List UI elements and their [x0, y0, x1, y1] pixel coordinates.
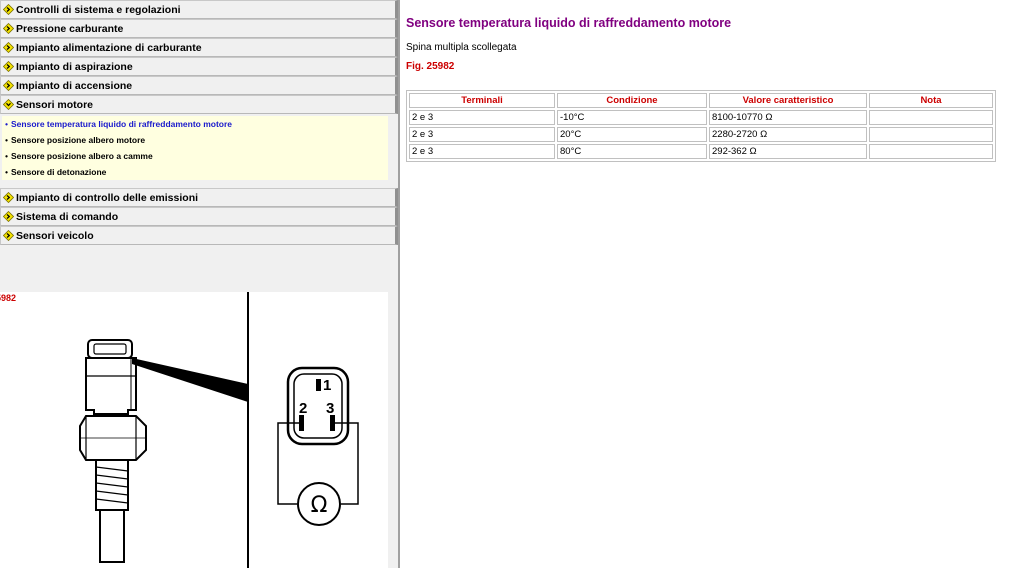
- nav-category-label: Sensori motore: [16, 98, 94, 111]
- table-header-row: Terminali Condizione Valore caratteristi…: [409, 93, 993, 108]
- figure-link[interactable]: Fig. 25982: [406, 61, 454, 72]
- pin-2-label: 2: [299, 400, 307, 417]
- submenu-item-albero-camme[interactable]: • Sensore posizione albero a camme: [2, 148, 388, 164]
- cell-condizione: -10°C: [557, 110, 707, 125]
- submenu-item-label: Sensore di detonazione: [11, 167, 107, 177]
- column-header-terminali: Terminali: [409, 93, 555, 108]
- submenu-item-detonazione[interactable]: • Sensore di detonazione: [2, 164, 388, 180]
- nav-category-label: Pressione carburante: [16, 22, 124, 35]
- diamond-arrow-down-icon: [1, 95, 15, 114]
- table-row: 2 e 3 80°C 292-362 Ω: [409, 144, 993, 159]
- nav-category-label: Impianto di accensione: [16, 79, 133, 92]
- bullet-icon: •: [5, 119, 8, 129]
- diamond-arrow-icon: [1, 0, 15, 19]
- pin-1-label: 1: [323, 377, 331, 394]
- pin-3-label: 3: [326, 400, 334, 417]
- column-header-nota: Nota: [869, 93, 993, 108]
- diamond-arrow-icon: [1, 188, 15, 207]
- bullet-icon: •: [5, 151, 8, 161]
- values-table: Terminali Condizione Valore caratteristi…: [406, 90, 996, 162]
- cell-terminali: 2 e 3: [409, 127, 555, 142]
- submenu-item-label: Sensore temperatura liquido di raffredda…: [11, 119, 233, 129]
- diamond-arrow-icon: [1, 76, 15, 95]
- nav-category-label: Impianto di aspirazione: [16, 60, 133, 73]
- page-title: Sensore temperatura liquido di raffredda…: [406, 16, 732, 30]
- cell-valore: 2280-2720 Ω: [709, 127, 867, 142]
- cell-condizione: 80°C: [557, 144, 707, 159]
- nav-category-emissioni[interactable]: Impianto di controllo delle emissioni: [0, 188, 398, 207]
- diamond-arrow-icon: [1, 19, 15, 38]
- submenu-sensori-motore: • Sensore temperatura liquido di raffred…: [2, 116, 388, 180]
- nav-category-aspirazione[interactable]: Impianto di aspirazione: [0, 57, 398, 76]
- table-row: 2 e 3 -10°C 8100-10770 Ω: [409, 110, 993, 125]
- column-header-valore: Valore caratteristico: [709, 93, 867, 108]
- nav-category-label: Impianto di controllo delle emissioni: [16, 191, 199, 204]
- submenu-item-label: Sensore posizione albero motore: [11, 135, 146, 145]
- submenu-item-label: Sensore posizione albero a camme: [11, 151, 153, 161]
- diamond-arrow-icon: [1, 57, 15, 76]
- cell-valore: 8100-10770 Ω: [709, 110, 867, 125]
- nav-category-sensori-veicolo[interactable]: Sensori veicolo: [0, 226, 398, 245]
- nav-category-sensori-motore[interactable]: Sensori motore: [0, 95, 398, 114]
- nav-category-accensione[interactable]: Impianto di accensione: [0, 76, 398, 95]
- nav-category-label: Sensori veicolo: [16, 229, 94, 242]
- nav-category-comando[interactable]: Sistema di comando: [0, 207, 398, 226]
- cell-nota: [869, 110, 993, 125]
- figure-panel: 5982: [0, 292, 388, 568]
- sensor-wiring-illustration: 1 2 3 Ω: [79, 292, 359, 568]
- nav-category-pressione[interactable]: Pressione carburante: [0, 19, 398, 38]
- nav-category-label: Impianto alimentazione di carburante: [16, 41, 202, 54]
- cell-valore: 292-362 Ω: [709, 144, 867, 159]
- submenu-item-temperatura[interactable]: • Sensore temperatura liquido di raffred…: [2, 116, 388, 132]
- nav-category-alimentazione[interactable]: Impianto alimentazione di carburante: [0, 38, 398, 57]
- nav-category-label: Sistema di comando: [16, 210, 119, 223]
- content-panel: Sensore temperatura liquido di raffredda…: [400, 0, 1024, 568]
- bullet-icon: •: [5, 135, 8, 145]
- cell-condizione: 20°C: [557, 127, 707, 142]
- table-row: 2 e 3 20°C 2280-2720 Ω: [409, 127, 993, 142]
- diamond-arrow-icon: [1, 38, 15, 57]
- column-header-condizione: Condizione: [557, 93, 707, 108]
- submenu-item-albero-motore[interactable]: • Sensore posizione albero motore: [2, 132, 388, 148]
- diamond-arrow-icon: [1, 207, 15, 226]
- cell-nota: [869, 127, 993, 142]
- page-subtitle: Spina multipla scollegata: [406, 42, 517, 53]
- cell-terminali: 2 e 3: [409, 110, 555, 125]
- diamond-arrow-icon: [1, 226, 15, 245]
- nav-category-controlli[interactable]: Controlli di sistema e regolazioni: [0, 0, 398, 19]
- navigation-panel: Controlli di sistema e regolazioni Press…: [0, 0, 398, 568]
- figure-number-label: 5982: [0, 293, 17, 303]
- ohm-symbol: Ω: [311, 493, 328, 518]
- bullet-icon: •: [5, 167, 8, 177]
- nav-category-label: Controlli di sistema e regolazioni: [16, 3, 181, 16]
- cell-nota: [869, 144, 993, 159]
- cell-terminali: 2 e 3: [409, 144, 555, 159]
